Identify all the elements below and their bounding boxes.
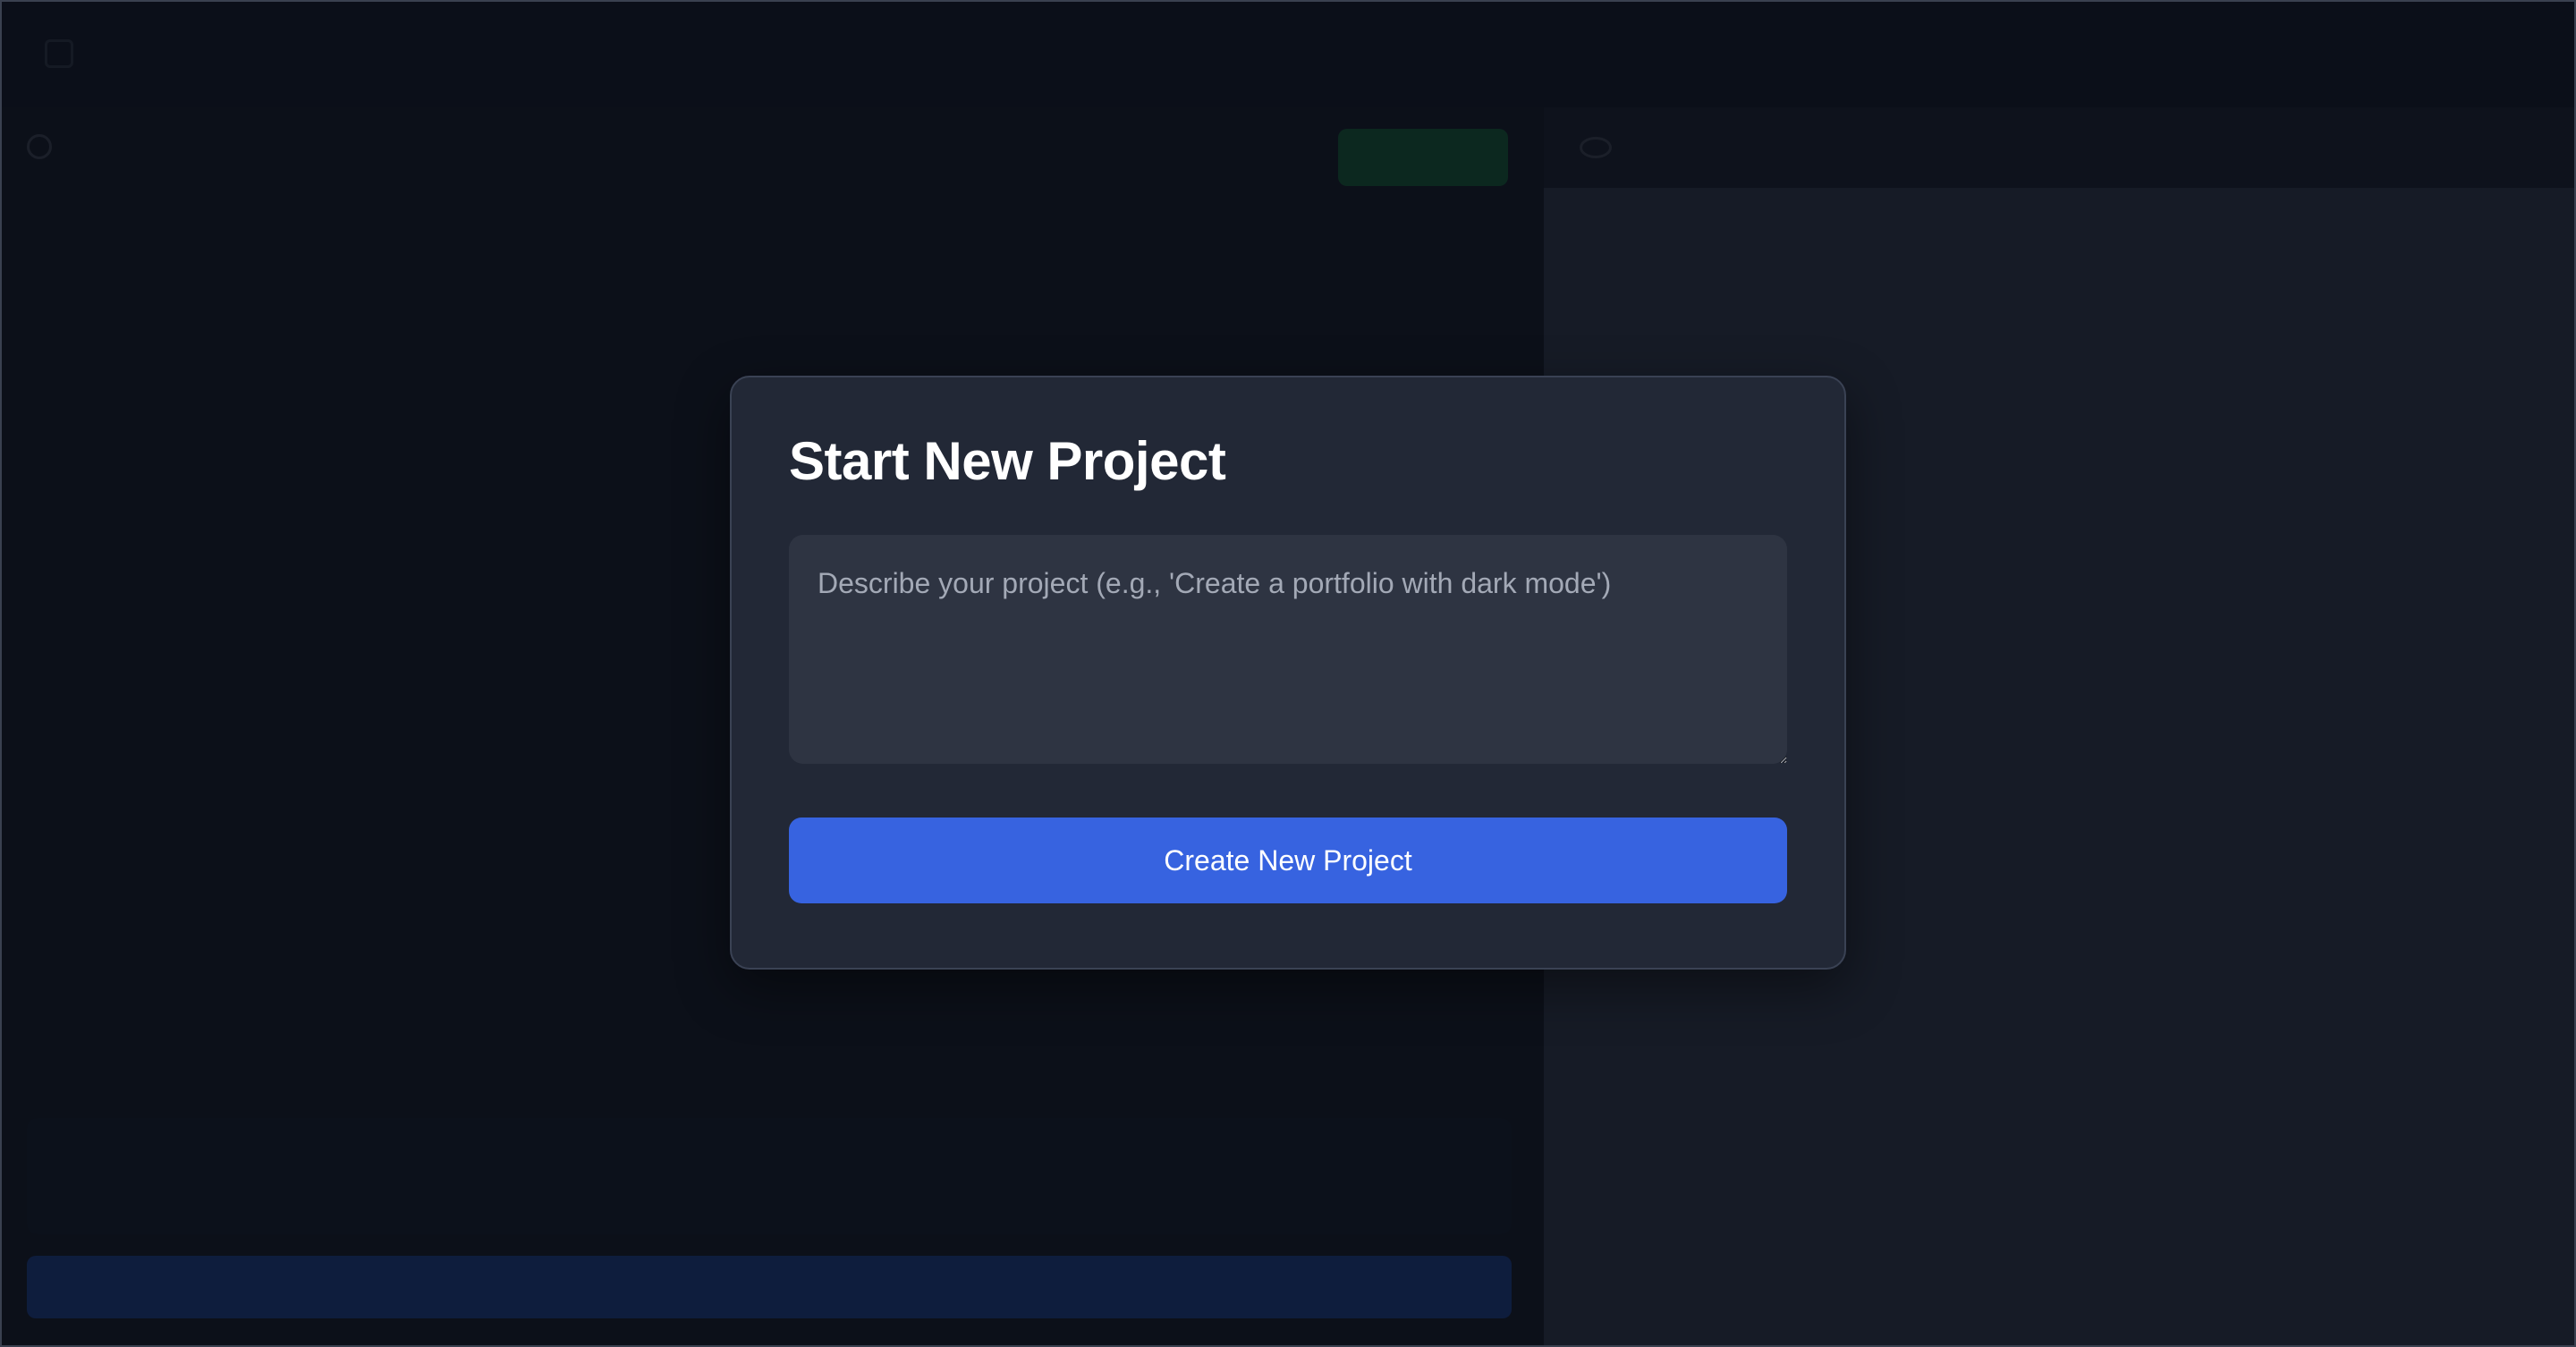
project-description-input[interactable] xyxy=(789,535,1787,764)
start-project-modal: Start New Project Create New Project xyxy=(730,376,1846,970)
modal-title: Start New Project xyxy=(789,431,1226,491)
app-window: Start New Project Create New Project xyxy=(0,0,2576,1347)
create-new-project-button[interactable]: Create New Project xyxy=(789,818,1787,903)
